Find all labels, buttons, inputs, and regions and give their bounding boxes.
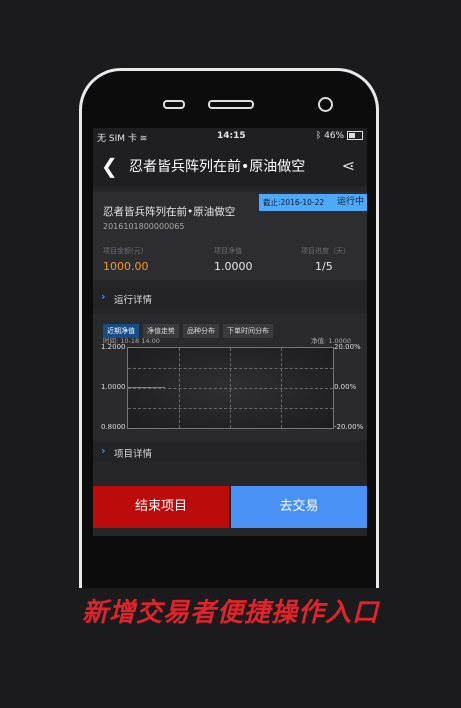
amount-value: 1000.00 bbox=[103, 260, 149, 273]
project-name: 忍者皆兵阵列在前•原油做空 bbox=[103, 206, 236, 218]
go-trade-button[interactable]: 去交易 bbox=[231, 486, 367, 528]
end-project-button[interactable]: 结束项目 bbox=[93, 486, 229, 528]
chart-panel: 近期净值 净值走势 品种分布 下单时间分布 时间: 10-18 14:00 净值: 1… bbox=[93, 314, 367, 440]
status-bar: 无 SIM 卡 ≋ 14:15 ᛒ 46% bbox=[93, 128, 367, 146]
gridline bbox=[230, 348, 231, 428]
tab-order-time-distribution[interactable]: 下单时间分布 bbox=[223, 324, 273, 338]
deadline-badge: 截止:2016-10-22 运行中 bbox=[259, 194, 367, 211]
nav-chart-plot bbox=[127, 347, 334, 429]
back-arrow-icon[interactable]: ❮ bbox=[101, 154, 118, 178]
project-id: 2016101800000065 bbox=[103, 222, 185, 231]
left-tick-bottom: 0.8000 bbox=[101, 423, 126, 431]
project-details-header[interactable]: › 项目详情 bbox=[93, 442, 367, 462]
left-tick-mid: 1.0000 bbox=[101, 383, 126, 391]
progress-label: 项目进度（天） bbox=[301, 247, 350, 255]
status-right: ᛒ 46% bbox=[316, 131, 363, 141]
right-tick-top: 20.00% bbox=[334, 343, 361, 351]
left-tick-top: 1.2000 bbox=[101, 343, 126, 351]
nav-label: 项目净值 bbox=[214, 247, 242, 255]
battery-icon bbox=[347, 131, 363, 140]
right-tick-bottom: -20.00% bbox=[334, 423, 364, 431]
share-icon[interactable]: ⋖ bbox=[342, 156, 355, 175]
project-card: 截止:2016-10-22 运行中 忍者皆兵阵列在前•原油做空 20161018… bbox=[93, 192, 367, 280]
status-badge: 运行中 bbox=[336, 197, 364, 207]
app-screen: 无 SIM 卡 ≋ 14:15 ᛒ 46% ❮ 忍者皆兵阵列在前•原油做空 ⋖ … bbox=[93, 128, 367, 536]
sensor-icon bbox=[163, 100, 185, 109]
progress-value: 1/5 bbox=[315, 260, 333, 273]
clock: 14:15 bbox=[217, 131, 246, 141]
run-details-header[interactable]: › 运行详情 bbox=[93, 288, 367, 308]
camera-icon bbox=[318, 97, 333, 112]
bluetooth-icon: ᛒ bbox=[315, 131, 322, 141]
nav-bar: ❮ 忍者皆兵阵列在前•原油做空 ⋖ bbox=[93, 146, 367, 186]
gridline bbox=[179, 348, 180, 428]
amount-label: 项目金额(元) bbox=[103, 247, 144, 255]
chevron-right-icon: › bbox=[101, 290, 106, 303]
tab-variety-distribution[interactable]: 品种分布 bbox=[183, 324, 219, 338]
chevron-right-icon: › bbox=[101, 444, 106, 457]
right-tick-mid: 0.00% bbox=[334, 383, 357, 391]
carrier-label: 无 SIM 卡 ≋ bbox=[97, 134, 148, 144]
page-title: 忍者皆兵阵列在前•原油做空 bbox=[129, 159, 306, 175]
nav-series-line bbox=[128, 387, 165, 388]
wifi-icon: ≋ bbox=[139, 134, 148, 144]
nav-value: 1.0000 bbox=[214, 260, 253, 273]
promo-slogan: 新增交易者便捷操作入口 bbox=[81, 598, 379, 628]
gridline bbox=[281, 348, 282, 428]
speaker-icon bbox=[208, 100, 254, 109]
